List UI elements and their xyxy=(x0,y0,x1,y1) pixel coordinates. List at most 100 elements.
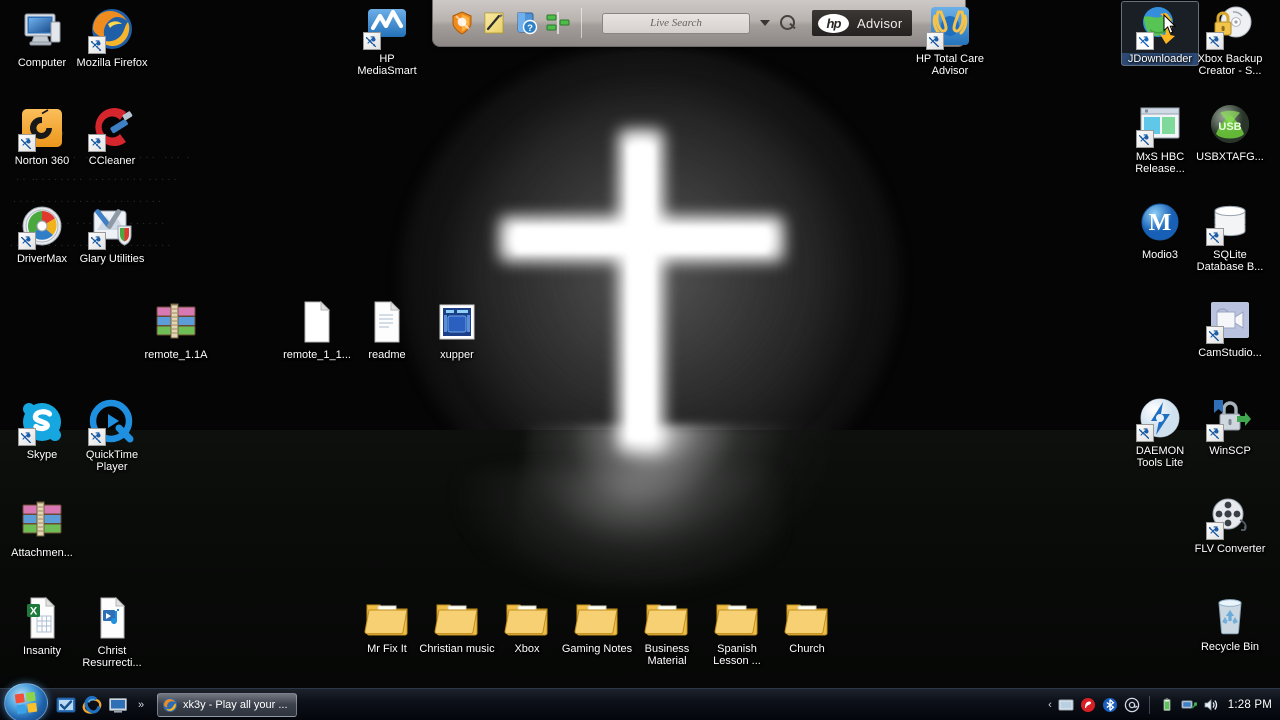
desktop-icon-folder-xbox[interactable]: Xbox xyxy=(489,592,565,655)
security-shield-icon[interactable] xyxy=(449,10,475,36)
desktop-icon-label: readme xyxy=(368,349,406,361)
desktop-icon-folder-gaming-notes[interactable]: Gaming Notes xyxy=(559,592,635,655)
desktop-icon-remote-1-1a-archive[interactable]: remote_1.1A xyxy=(138,298,214,361)
desktop-icon-folder-christian-music[interactable]: Christian music xyxy=(419,592,495,655)
taskbar-clock[interactable]: 1:28 PM xyxy=(1225,699,1272,711)
desktop-icon-glary-utilities[interactable]: ↗ Glary Utilities xyxy=(74,202,150,265)
tray-monitor-icon[interactable] xyxy=(1058,697,1074,713)
hp-advisor-label: Advisor xyxy=(857,15,903,31)
shortcut-arrow-icon: ↗ xyxy=(1208,33,1220,48)
windows-logo-icon xyxy=(14,691,38,715)
winscp-lock-icon: ↗ xyxy=(1206,394,1254,442)
desktop-icon-hp-total-care-advisor[interactable]: ↗ HP Total Care Advisor xyxy=(912,2,988,77)
desktop-icon-camstudio[interactable]: ↗ CamStudio... xyxy=(1192,296,1268,359)
desktop-icon-christ-resurrection[interactable]: Christ Resurrecti... xyxy=(74,594,150,669)
tray-volume-icon[interactable] xyxy=(1203,697,1219,713)
jdownloader-globe-icon: ↗ xyxy=(1136,2,1184,50)
shortcut-overlay-icon: ↗ xyxy=(363,32,381,50)
desktop-icon-computer[interactable]: Computer xyxy=(4,6,80,69)
desktop-icon-folder-church[interactable]: Church xyxy=(769,592,845,655)
shortcut-arrow-icon: ↗ xyxy=(928,33,940,48)
tray-norton-icon[interactable] xyxy=(1080,697,1096,713)
desktop-icon-label: WinSCP xyxy=(1209,445,1251,457)
quicklaunch-item-blue[interactable] xyxy=(56,695,76,715)
desktop-icon-label: MxS HBC Release... xyxy=(1135,151,1185,175)
search-icon[interactable] xyxy=(780,15,796,31)
winrar-archive-icon xyxy=(18,496,66,544)
live-search-group[interactable]: Live Search xyxy=(602,12,796,34)
desktop-icon-label: Spanish Lesson ... xyxy=(713,643,761,667)
chevron-down-icon[interactable] xyxy=(760,20,770,26)
camcorder-icon: ↗ xyxy=(1206,296,1254,344)
desktop-icon-quicktime-player[interactable]: ↗ QuickTime Player xyxy=(74,398,150,473)
desktop-icon-attachments-archive[interactable]: Attachmen... xyxy=(4,496,80,559)
taskbar-window-firefox[interactable]: xk3y - Play all your ... xyxy=(157,693,297,717)
glary-icon: ↗ xyxy=(88,202,136,250)
desktop-icon-flv-converter[interactable]: ↗ FLV Converter xyxy=(1192,492,1268,555)
quicklaunch-show-desktop[interactable] xyxy=(108,695,128,715)
shortcut-arrow-icon: ↗ xyxy=(90,429,102,444)
taskbar-window-label: xk3y - Play all your ... xyxy=(183,699,288,711)
tray-expand-icon[interactable]: ‹ xyxy=(1048,699,1052,711)
hp-advisor-brand[interactable]: hp Advisor xyxy=(812,10,913,36)
desktop-icon-hp-mediasmart[interactable]: ↗ HP MediaSmart xyxy=(349,2,425,77)
help-book-icon[interactable]: ? xyxy=(513,10,539,36)
desktop-icon-readme[interactable]: readme xyxy=(349,298,425,361)
tray-network-icon[interactable] xyxy=(1181,697,1198,713)
desktop-icon-label: Xbox Backup Creator - S... xyxy=(1197,53,1263,77)
notepad-pen-icon[interactable] xyxy=(481,10,507,36)
desktop-icon-winscp[interactable]: ↗ WinSCP xyxy=(1192,394,1268,457)
desktop-icon-folder-spanish-lesson[interactable]: Spanish Lesson ... xyxy=(699,592,775,667)
desktop-icon-mxs-hbc-release[interactable]: ↗ MxS HBC Release... xyxy=(1122,100,1198,175)
quick-launch-bar[interactable]: » xyxy=(56,693,144,717)
desktop-icon-folder-mr-fix-it[interactable]: Mr Fix It xyxy=(349,592,425,655)
start-button[interactable] xyxy=(4,683,48,720)
desktop-icon-label: Modio3 xyxy=(1141,249,1179,261)
skype-icon: ↗ xyxy=(18,398,66,446)
taskbar[interactable]: » xk3y - Play all your ... ‹ 1:28 PM xyxy=(0,683,1280,720)
shortcut-overlay-icon: ↗ xyxy=(1136,130,1154,148)
xbox-sphere-icon: USB xyxy=(1206,100,1254,148)
network-connection-icon[interactable] xyxy=(545,10,571,36)
tray-bluetooth-icon[interactable] xyxy=(1102,697,1118,713)
desktop-icon-jdownloader[interactable]: ↗ JDownloader xyxy=(1121,1,1199,66)
desktop-icon-sqlite-database-browser[interactable]: ↗ SQLite Database B... xyxy=(1192,198,1268,273)
svg-text:X: X xyxy=(30,606,38,618)
desktop-icon-mozilla-firefox[interactable]: ↗ Mozilla Firefox xyxy=(74,6,150,69)
desktop-icon-norton-360[interactable]: ↗ Norton 360 xyxy=(4,104,80,167)
search-input[interactable]: Live Search xyxy=(602,12,750,34)
quicklaunch-internet-explorer[interactable] xyxy=(82,695,102,715)
desktop-icon-folder-business-material[interactable]: Business Material xyxy=(629,592,705,667)
folder-icon xyxy=(643,592,691,640)
tray-divider xyxy=(1148,696,1150,714)
shortcut-arrow-icon: ↗ xyxy=(20,429,32,444)
desktop-icon-recycle-bin[interactable]: Recycle Bin xyxy=(1192,590,1268,653)
shortcut-overlay-icon: ↗ xyxy=(18,134,36,152)
desktop-icon-drivermax[interactable]: ↗ DriverMax xyxy=(4,202,80,265)
daemon-tools-icon: ↗ xyxy=(1136,394,1184,442)
tray-battery-icon[interactable] xyxy=(1159,697,1175,713)
shortcut-arrow-icon: ↗ xyxy=(365,33,377,48)
desktop-icon-remote-1-1-file[interactable]: remote_1_1... xyxy=(279,298,355,361)
system-tray[interactable]: ‹ 1:28 PM xyxy=(1042,689,1280,720)
desktop-icon-modio3[interactable]: M Modio3 xyxy=(1122,198,1198,261)
folder-icon xyxy=(783,592,831,640)
hp-advisor-dock[interactable]: ? Live Search hp Advisor xyxy=(432,0,966,47)
desktop[interactable]: ng map . . . . . . . . . . . . . . . . .… xyxy=(0,0,1280,720)
desktop-icon-label: remote_1.1A xyxy=(144,349,208,361)
desktop-icon-daemon-tools-lite[interactable]: ↗ DAEMON Tools Lite xyxy=(1122,394,1198,469)
quicklaunch-overflow-chevron[interactable]: » xyxy=(138,699,144,711)
desktop-icon-label: Church xyxy=(789,643,825,655)
shortcut-arrow-icon: ↗ xyxy=(90,135,102,150)
desktop-icon-usbxtafg[interactable]: USB USBXTAFG... xyxy=(1192,100,1268,163)
desktop-icon-xbox-backup-creator[interactable]: ↗ Xbox Backup Creator - S... xyxy=(1192,2,1268,77)
desktop-icon-skype[interactable]: ↗ Skype xyxy=(4,398,80,461)
desktop-icon-ccleaner[interactable]: ↗ CCleaner xyxy=(74,104,150,167)
shortcut-arrow-icon: ↗ xyxy=(90,37,102,52)
tray-at-icon[interactable] xyxy=(1124,697,1140,713)
desktop-icon-xupper[interactable]: xupper xyxy=(419,298,495,361)
hp-dock-icon-group: ? xyxy=(437,10,571,36)
desktop-icon-label: QuickTime Player xyxy=(85,449,139,473)
desktop-icon-insanity[interactable]: X Insanity xyxy=(4,594,80,657)
recycle-bin-icon xyxy=(1206,590,1254,638)
